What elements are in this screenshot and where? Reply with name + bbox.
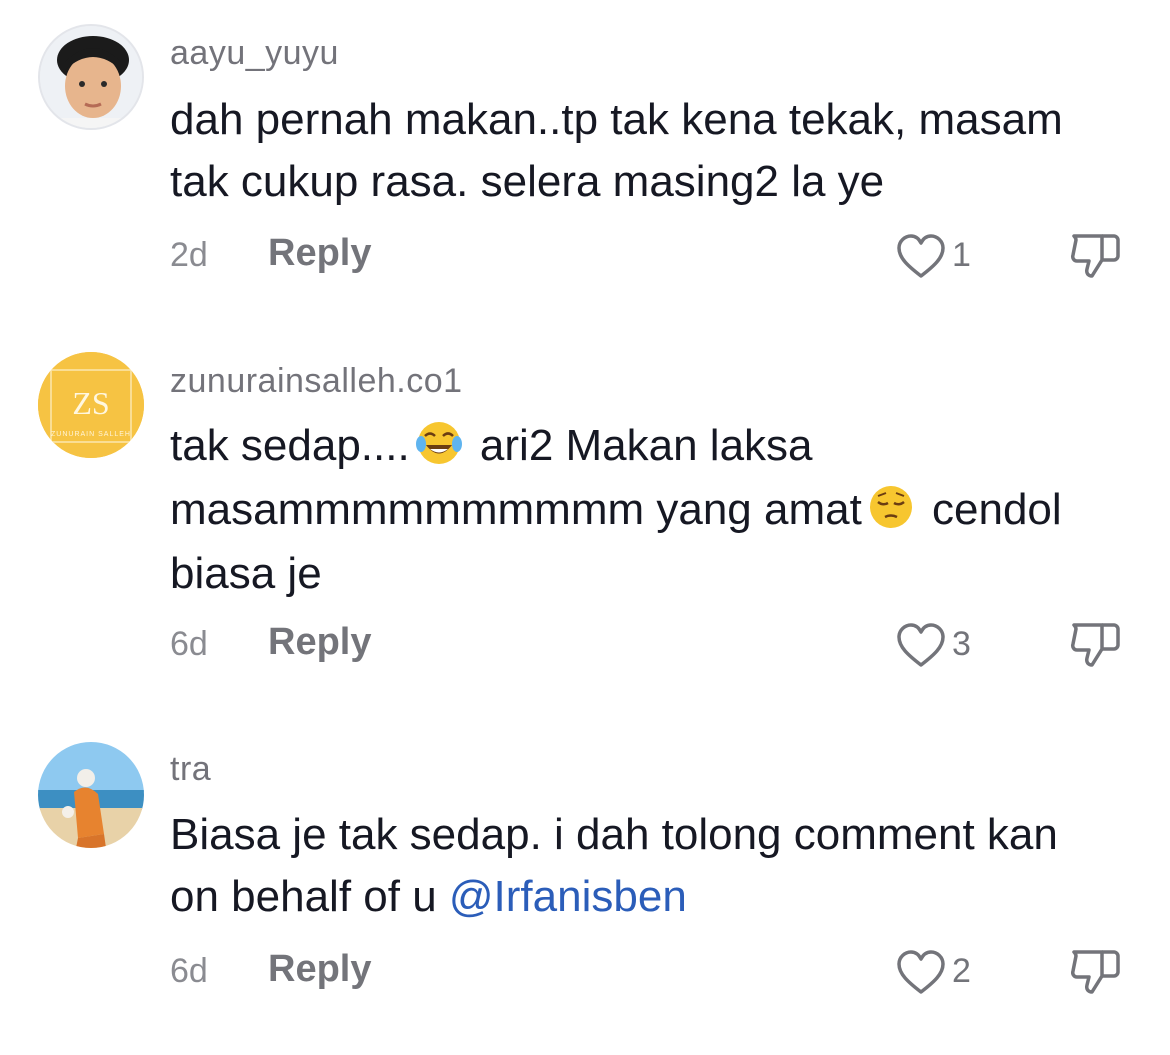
username[interactable]: tra [170, 750, 211, 789]
username[interactable]: zunurainsalleh.co1 [170, 362, 463, 401]
timestamp: 2d [170, 236, 208, 274]
dislike-button[interactable] [1068, 946, 1128, 1002]
comment-text-part: ari2 Makan laksa [467, 421, 813, 470]
comment-text-part: tak sedap.... [170, 421, 410, 470]
reply-button[interactable]: Reply [268, 948, 371, 991]
comment-text-line: Biasa je tak sedap. i dah tolong comment… [170, 810, 1058, 859]
avatar[interactable]: ZS ZUNURAIN SALLEH [38, 352, 144, 458]
like-button[interactable]: 2 [896, 942, 996, 1002]
dislike-button[interactable] [1068, 230, 1128, 286]
child-photo-avatar-icon [40, 26, 142, 128]
reply-button[interactable]: Reply [268, 232, 371, 275]
comment-text: dah pernah makan..tp tak kena tekak, mas… [170, 89, 1140, 213]
thumbs-down-icon [1071, 950, 1120, 994]
comment-text: tak sedap.... ari2 Makan laksa masammmmm… [170, 414, 1140, 606]
brand-logo-avatar-icon: ZS ZUNURAIN SALLEH [38, 352, 144, 458]
like-count: 3 [952, 625, 971, 663]
svg-text:ZS: ZS [72, 385, 109, 421]
pensive-face-icon [869, 486, 912, 528]
avatar[interactable] [38, 24, 144, 130]
timestamp: 6d [170, 625, 208, 663]
comment-actions: 2d Reply 1 [170, 226, 1130, 286]
comment-text-line: dah pernah makan..tp tak kena tekak, mas… [170, 95, 1063, 144]
heart-icon [897, 950, 945, 994]
like-count: 1 [952, 236, 971, 274]
comment-text-part: on behalf of u [170, 872, 449, 921]
face-with-tears-of-joy-icon [415, 422, 462, 464]
heart-icon [897, 623, 945, 667]
timestamp: 6d [170, 952, 208, 990]
like-button[interactable]: 1 [896, 226, 996, 286]
comment-text: Biasa je tak sedap. i dah tolong comment… [170, 804, 1140, 928]
avatar[interactable] [38, 742, 144, 848]
comment-actions: 6d Reply 2 [170, 942, 1130, 1002]
comment-text-part: masammmmmmmmmm yang amat [170, 485, 862, 534]
thumbs-down-icon [1071, 234, 1120, 278]
reply-button[interactable]: Reply [268, 621, 371, 664]
comment-actions: 6d Reply 3 [170, 615, 1130, 675]
svg-text:ZUNURAIN SALLEH: ZUNURAIN SALLEH [51, 431, 131, 438]
dislike-button[interactable] [1068, 619, 1128, 675]
user-mention-link[interactable]: @Irfanisben [449, 872, 687, 921]
like-button[interactable]: 3 [896, 615, 996, 675]
comment-text-part: biasa je [170, 549, 322, 598]
beach-photo-avatar-icon [38, 742, 144, 848]
like-count: 2 [952, 952, 971, 990]
heart-icon [897, 234, 945, 278]
comment-text-part: cendol [919, 485, 1062, 534]
thumbs-down-icon [1071, 623, 1120, 667]
username[interactable]: aayu_yuyu [170, 34, 339, 73]
comment-text-line: tak cukup rasa. selera masing2 la ye [170, 157, 885, 206]
